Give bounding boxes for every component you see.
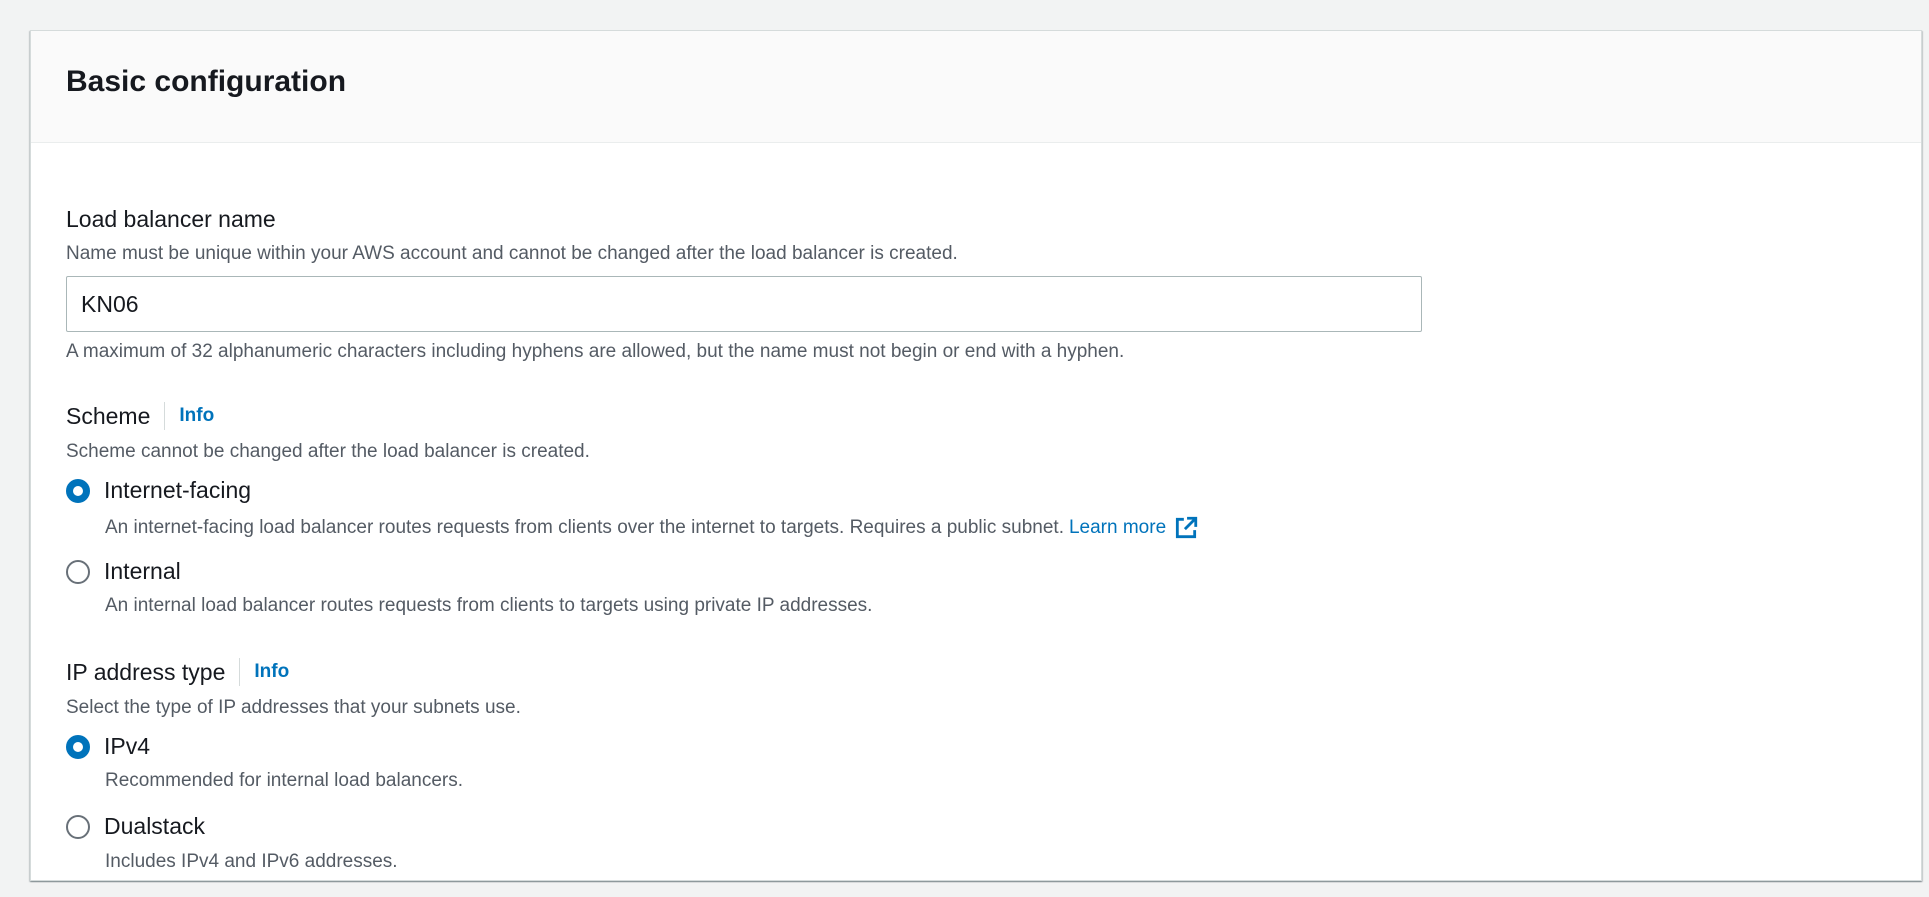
scheme-label: Scheme bbox=[66, 402, 151, 429]
internet-facing-label[interactable]: Internet-facing bbox=[104, 477, 251, 504]
ip-address-type-description: Select the type of IP addresses that you… bbox=[66, 697, 521, 718]
internal-description: An internal load balancer routes request… bbox=[105, 595, 873, 616]
scheme-info-link[interactable]: Info bbox=[179, 405, 214, 427]
internet-facing-description: An internet-facing load balancer routes … bbox=[105, 517, 1064, 538]
load-balancer-name-description: Name must be unique within your AWS acco… bbox=[66, 243, 958, 264]
label-divider bbox=[164, 402, 166, 430]
basic-configuration-panel: Basic configuration Load balancer name N… bbox=[30, 30, 1922, 881]
ip-option-dualstack[interactable]: Dualstack bbox=[66, 813, 205, 840]
load-balancer-name-input[interactable] bbox=[66, 276, 1422, 332]
learn-more-label[interactable]: Learn more bbox=[1069, 517, 1166, 539]
dualstack-label[interactable]: Dualstack bbox=[104, 813, 205, 840]
internal-label[interactable]: Internal bbox=[104, 558, 181, 585]
internal-radio[interactable] bbox=[66, 559, 90, 584]
scheme-option-internet-facing[interactable]: Internet-facing bbox=[66, 477, 251, 504]
ip-address-type-label-row: IP address type Info bbox=[66, 658, 289, 686]
scheme-option-internal[interactable]: Internal bbox=[66, 558, 181, 585]
section-title: Basic configuration bbox=[66, 65, 347, 98]
dualstack-description: Includes IPv4 and IPv6 addresses. bbox=[105, 851, 398, 872]
ip-address-type-info-link[interactable]: Info bbox=[254, 661, 289, 683]
panel-header: Basic configuration bbox=[31, 31, 1921, 143]
label-divider bbox=[239, 658, 241, 686]
external-link-icon[interactable] bbox=[1173, 515, 1199, 541]
ipv4-description: Recommended for internal load balancers. bbox=[105, 770, 464, 791]
dualstack-radio[interactable] bbox=[66, 814, 90, 839]
internet-facing-radio[interactable] bbox=[66, 478, 90, 503]
ipv4-radio[interactable] bbox=[66, 734, 90, 759]
ip-option-ipv4[interactable]: IPv4 bbox=[66, 733, 150, 760]
scheme-description: Scheme cannot be changed after the load … bbox=[66, 441, 590, 462]
load-balancer-name-label: Load balancer name bbox=[66, 206, 276, 232]
internet-facing-description-row: An internet-facing load balancer routes … bbox=[105, 515, 1199, 541]
scheme-label-row: Scheme Info bbox=[66, 402, 214, 430]
learn-more-link[interactable]: Learn more bbox=[1069, 515, 1199, 541]
ip-address-type-label: IP address type bbox=[66, 658, 226, 685]
ipv4-label[interactable]: IPv4 bbox=[104, 733, 150, 760]
load-balancer-name-constraint: A maximum of 32 alphanumeric characters … bbox=[66, 341, 1125, 362]
